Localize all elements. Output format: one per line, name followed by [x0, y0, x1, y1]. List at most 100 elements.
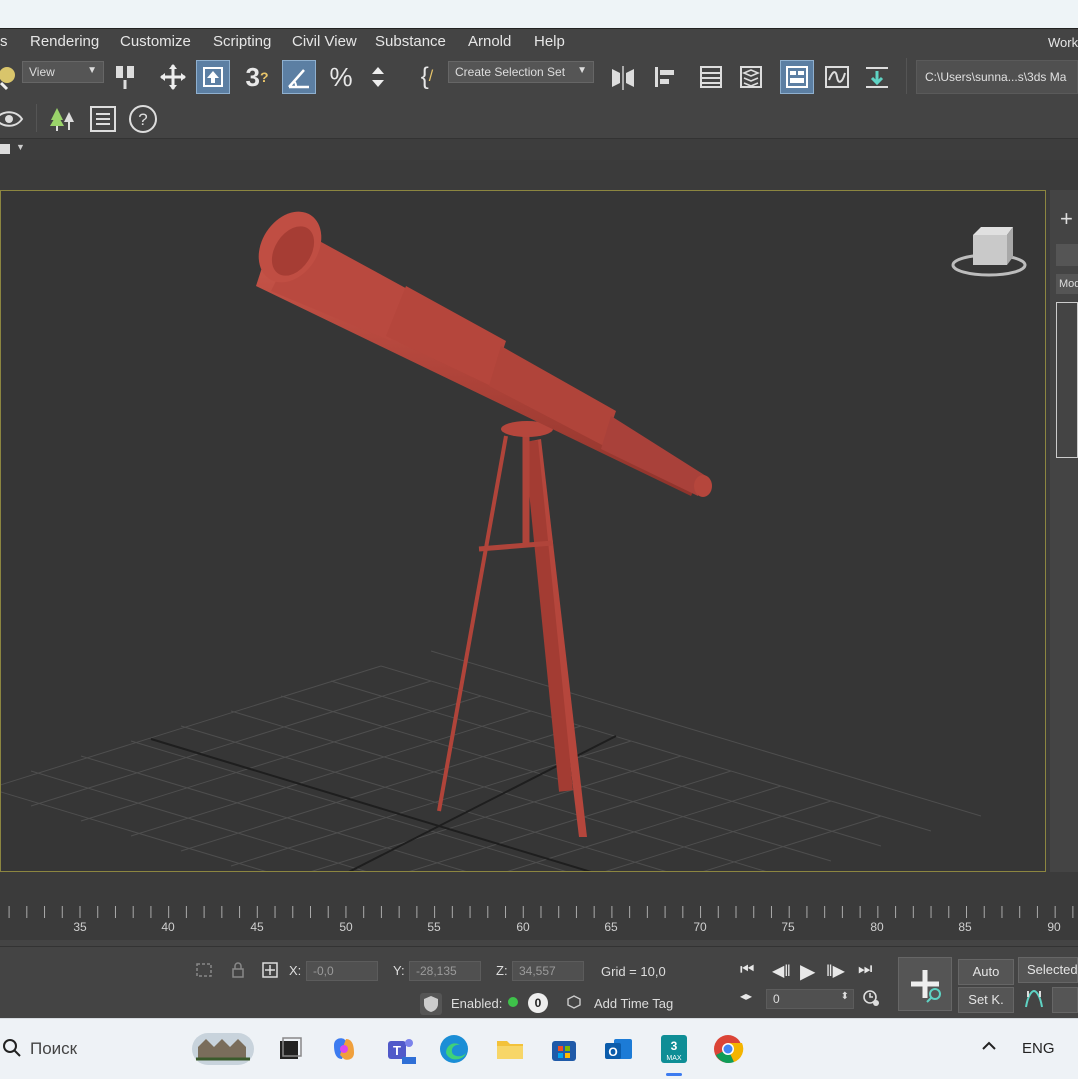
populate-trees-icon[interactable]	[46, 102, 80, 136]
current-frame-field[interactable]: 0 ⬍	[766, 989, 854, 1009]
menu-item-rendering[interactable]: Rendering	[30, 33, 99, 50]
secondary-toolbar: ?	[0, 100, 1078, 138]
panel-field[interactable]	[1056, 244, 1078, 266]
align-icon[interactable]	[648, 60, 682, 94]
set-key-button[interactable]	[898, 957, 952, 1011]
telescope	[256, 211, 712, 497]
task-view-icon[interactable]	[274, 1033, 306, 1065]
copilot-icon[interactable]	[328, 1033, 360, 1065]
spinner-snap-icon[interactable]	[362, 60, 396, 94]
menu-item-customize[interactable]: Customize	[120, 33, 191, 50]
search-highlight-icon[interactable]	[192, 1033, 254, 1065]
previous-frame-icon[interactable]: ◀‖	[772, 961, 791, 981]
create-plus-icon[interactable]: +	[1060, 206, 1073, 232]
view-cube[interactable]	[951, 227, 1027, 277]
search-icon[interactable]	[2, 1038, 22, 1063]
enabled-label: Enabled:	[451, 996, 503, 1011]
named-selection-icon[interactable]: {/	[410, 60, 444, 94]
spinner-icon[interactable]: ⬍	[841, 991, 849, 1002]
microsoft-store-icon[interactable]	[548, 1033, 580, 1065]
file-explorer-icon[interactable]	[494, 1033, 526, 1065]
absolute-mode-icon[interactable]	[261, 961, 279, 979]
edge-browser-icon[interactable]	[438, 1033, 470, 1065]
y-label: Y:	[393, 963, 405, 978]
timeline[interactable]: 35 40 45 50 55 60 65 70 75 80 85 90	[0, 900, 1078, 940]
view-dropdown-label: View	[29, 65, 55, 79]
svg-text:MAX: MAX	[666, 1055, 682, 1062]
x-label: X:	[289, 963, 302, 978]
view-dropdown[interactable]: View ▼	[22, 61, 104, 83]
menu-item-civil-view[interactable]: Civil View	[292, 33, 357, 50]
y-coordinate-field[interactable]: -28,135	[409, 961, 481, 981]
auto-key-button[interactable]: Auto	[958, 959, 1014, 985]
z-coordinate-field[interactable]: 34,557	[512, 961, 584, 981]
play-icon[interactable]: ▶	[800, 959, 815, 984]
3ds-max-icon[interactable]: 3 MAX	[658, 1033, 690, 1065]
menu-item-help[interactable]: Help	[534, 33, 565, 50]
mirror-icon[interactable]	[606, 60, 640, 94]
toolbar-divider	[36, 104, 37, 132]
paint-select-icon[interactable]	[0, 60, 24, 94]
angle-snap-icon[interactable]	[282, 60, 316, 94]
time-config-icon[interactable]	[862, 989, 880, 1012]
go-to-start-icon[interactable]: ⏮	[740, 961, 754, 979]
curve-editor-icon[interactable]	[820, 60, 854, 94]
help-icon[interactable]: ?	[126, 102, 160, 136]
isolate-icon[interactable]	[194, 961, 214, 979]
percent-snap-icon[interactable]: %	[324, 60, 358, 94]
layer-explorer-icon[interactable]	[734, 60, 768, 94]
chevron-down-icon[interactable]: ▼	[16, 142, 25, 152]
menu-item-scripting[interactable]: Scripting	[213, 33, 271, 50]
timeline-tick-label: 50	[339, 920, 353, 934]
taskbar-search-box[interactable]: Поиск	[30, 1039, 77, 1059]
eye-icon[interactable]	[0, 102, 26, 136]
pivot-icon[interactable]	[108, 60, 142, 94]
set-key-mode-button[interactable]: Set K.	[958, 987, 1014, 1013]
enabled-count-badge[interactable]: 0	[528, 993, 548, 1013]
lock-icon[interactable]	[230, 961, 246, 979]
ground-grid	[1, 650, 982, 871]
schematic-view-icon[interactable]	[860, 60, 894, 94]
windows-taskbar: Поиск T O 3 MAX ENG	[0, 1018, 1078, 1079]
perspective-viewport[interactable]	[0, 190, 1046, 872]
timeline-tick-label: 90	[1047, 920, 1061, 934]
language-indicator[interactable]: ENG	[1022, 1040, 1055, 1057]
panel-button[interactable]	[1052, 987, 1078, 1013]
command-panel: + Mod	[1050, 190, 1078, 872]
move-icon[interactable]	[156, 60, 190, 94]
chevron-up-icon[interactable]	[980, 1037, 998, 1060]
toolbar-divider	[906, 58, 907, 94]
selection-set-label: Create Selection Set	[455, 65, 566, 79]
selected-dropdown[interactable]: Selected	[1018, 957, 1078, 983]
project-path-field[interactable]: C:\Users\sunna...s\3ds Ma	[916, 60, 1078, 94]
viewport-scene	[1, 211, 1027, 871]
snap-3d-icon[interactable]: 3?	[240, 60, 274, 94]
outlook-icon[interactable]: O	[602, 1033, 634, 1065]
next-frame-icon[interactable]: ‖▶	[826, 961, 845, 981]
timeline-tick-label: 60	[516, 920, 530, 934]
selection-set-dropdown[interactable]: Create Selection Set ▼	[448, 61, 594, 83]
chevron-down-icon: ▼	[87, 65, 97, 76]
add-time-tag-button[interactable]: Add Time Tag	[594, 996, 673, 1011]
list-icon[interactable]	[86, 102, 120, 136]
enabled-status-dot	[508, 997, 518, 1007]
ribbon-menu-icon[interactable]	[0, 144, 10, 154]
workspace-label[interactable]: Work	[1048, 35, 1078, 50]
ribbon-toggle-icon[interactable]	[780, 60, 814, 94]
shield-icon[interactable]	[420, 993, 442, 1015]
teams-icon[interactable]: T	[384, 1033, 416, 1065]
chrome-icon[interactable]	[712, 1033, 744, 1065]
key-mode-icon[interactable]: ◂▸	[740, 989, 752, 1003]
scene-explorer-icon[interactable]	[694, 60, 728, 94]
select-manipulate-icon[interactable]	[196, 60, 230, 94]
menu-item-arnold[interactable]: Arnold	[468, 33, 511, 50]
x-coordinate-field[interactable]: -0,0	[306, 961, 378, 981]
go-to-end-icon[interactable]: ⏭	[858, 961, 872, 979]
current-frame-value: 0	[773, 992, 780, 1006]
modifier-stack[interactable]	[1056, 302, 1078, 458]
time-tag-icon	[566, 994, 582, 1015]
menu-item-partial[interactable]: s	[0, 33, 8, 50]
menu-item-substance[interactable]: Substance	[375, 33, 446, 50]
key-filters-icon[interactable]	[1022, 987, 1046, 1016]
modifier-list-tab[interactable]: Mod	[1056, 274, 1078, 294]
